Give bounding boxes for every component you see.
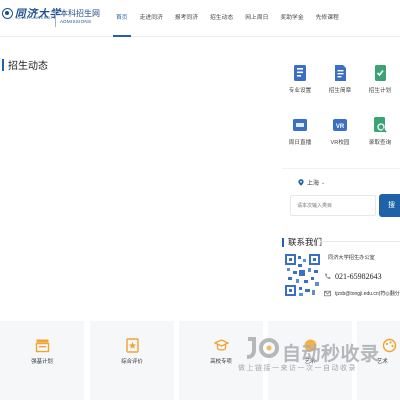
contact-title: 联系我们 (288, 237, 323, 247)
watermark-title: 自动秒收录 (282, 344, 380, 365)
section-heading: 招生动态 (2, 57, 48, 72)
chevron-down-icon: ⌄ (321, 179, 326, 186)
contact-office: 同济大学招生办公室 (328, 255, 375, 261)
watermark-subtitle: 做上链接一来访一次一自动收录 (238, 365, 357, 372)
quick-link-results[interactable]: 录取查询 (360, 116, 400, 146)
vr-icon: VR (333, 119, 347, 131)
admissions-title[interactable]: 本科招生网 (60, 8, 100, 19)
province-select[interactable]: 上海 ⌄ (298, 178, 325, 187)
nav-item-online-day[interactable]: 网上周日 (239, 0, 274, 37)
contact-email[interactable]: tjzsb@tongji.edu.cn(符◎翻分 (335, 290, 400, 297)
quick-link-brochure[interactable]: 招生简章 (320, 64, 360, 94)
section-title: 招生动态 (8, 61, 48, 72)
certificate-icon (35, 339, 50, 353)
book-list-icon (294, 65, 306, 81)
divider (320, 241, 400, 242)
site-header: 同济大学 TONGJI UNIVERSITY 本科招生网 ADMISSIONS … (0, 0, 400, 37)
quick-link-label: 周日直播 (288, 140, 312, 146)
card-label: 综合评价 (121, 359, 143, 365)
page: 同济大学 TONGJI UNIVERSITY 本科招生网 ADMISSIONS … (0, 0, 400, 400)
live-tv-icon (293, 119, 307, 131)
contact-phone: 021-65982643 (335, 272, 382, 281)
section-bar (2, 58, 4, 71)
nav-item-home[interactable]: 首页 (110, 0, 134, 37)
watermark: 自动秒收录 做上链接一来访一次一自动收录 (218, 331, 398, 391)
nav-item-about[interactable]: 走进同济 (134, 0, 169, 37)
qr-code-icon (284, 251, 321, 299)
star-document-icon (126, 338, 139, 353)
main-nav: 首页 走进同济 报考同济 招生动态 网上周日 奖助学金 先修课程 (110, 0, 345, 37)
quick-link-label: 招生计划 (368, 88, 392, 94)
phone-icon (325, 273, 331, 279)
quick-link-live[interactable]: 周日直播 (280, 116, 320, 146)
checklist-icon (375, 65, 386, 81)
logo-divider (55, 9, 56, 27)
quick-link-plan[interactable]: 招生计划 (360, 64, 400, 94)
card-comprehensive[interactable]: 综合评价 (90, 321, 174, 400)
quick-link-label: 招生简章 (328, 88, 352, 94)
card-strong-base[interactable]: 强基计划 (0, 321, 84, 400)
quick-link-label: 录取查询 (368, 140, 392, 146)
section-bar (282, 237, 284, 247)
nav-item-courses[interactable]: 先修课程 (310, 0, 345, 37)
university-name-en: TONGJI UNIVERSITY (15, 16, 56, 20)
nav-item-news[interactable]: 招生动态 (204, 0, 239, 37)
admissions-subtitle: ADMISSIONS (60, 19, 92, 24)
quick-link-majors[interactable]: 专业设置 (280, 64, 320, 94)
location-pin-icon (298, 179, 304, 186)
province-value: 上海 (307, 181, 320, 187)
document-icon (335, 65, 346, 81)
nav-item-scholarships[interactable]: 奖助学金 (274, 0, 309, 37)
seal-icon (2, 8, 13, 19)
quick-link-label: 专业设置 (288, 88, 312, 94)
search-document-icon (374, 117, 387, 133)
contact-heading: 联系我们 (282, 236, 322, 248)
card-label: 强基计划 (31, 359, 53, 365)
nav-item-apply[interactable]: 报考同济 (169, 0, 204, 37)
contact-email-row: tjzsb@tongji.edu.cn(符◎翻分 (324, 290, 400, 297)
mail-icon (324, 290, 331, 297)
quick-link-vr[interactable]: VR VR校园 (320, 116, 360, 146)
search-button[interactable]: 搜 (379, 194, 400, 217)
svg-text:VR: VR (336, 124, 345, 130)
quick-link-label: VR校园 (330, 140, 350, 146)
watermark-logo-icon (246, 337, 279, 359)
search-input[interactable] (290, 195, 376, 216)
score-search-panel: 上海 ⌄ 搜 (282, 168, 400, 228)
contact-phone-row: 021-65982643 (324, 272, 382, 281)
